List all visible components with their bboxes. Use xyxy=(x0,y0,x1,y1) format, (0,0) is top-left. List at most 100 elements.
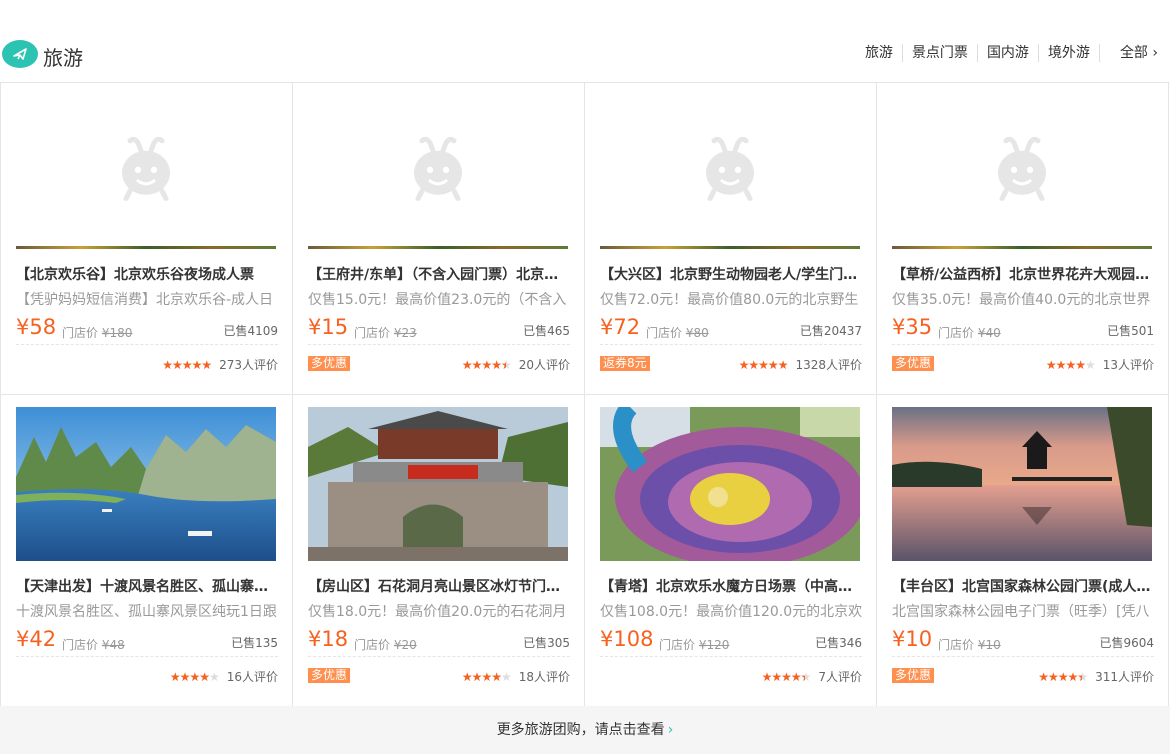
store-price-label: 门店价 xyxy=(938,638,975,652)
review-count[interactable]: 16人评价 xyxy=(227,668,278,685)
price-row: ¥18 门店价 ¥20 已售305 xyxy=(308,627,570,657)
nav-link-tickets[interactable]: 景点门票 xyxy=(903,44,978,62)
placeholder-image[interactable] xyxy=(600,95,860,249)
deal-description: 北宫国家森林公园电子门票（旺季）[凭八 xyxy=(892,604,1150,620)
review-count[interactable]: 7人评价 xyxy=(818,668,862,685)
deal-title[interactable]: 【王府井/东单】（不含入园门票）北京… xyxy=(308,264,570,284)
deal-image[interactable] xyxy=(600,407,860,561)
deal-card[interactable]: 【房山区】石花洞月亮山景区冰灯节门票… 仅售18.0元！最高价值20.0元的石花洞… xyxy=(293,395,585,707)
store-price-value: ¥48 xyxy=(101,638,125,652)
placeholder-image[interactable] xyxy=(308,95,568,249)
store-price: 门店价 ¥40 xyxy=(938,324,1001,341)
rating: ★★★★★★★★★★ 20人评价 xyxy=(462,356,570,373)
store-price: 门店价 ¥10 xyxy=(938,636,1001,653)
deal-title[interactable]: 【房山区】石花洞月亮山景区冰灯节门票… xyxy=(308,576,570,596)
review-count[interactable]: 13人评价 xyxy=(1103,356,1154,373)
price-row: ¥108 门店价 ¥120 已售346 xyxy=(600,627,862,657)
review-count[interactable]: 1328人评价 xyxy=(795,356,862,373)
sold-count: 已售135 xyxy=(231,636,278,650)
deal-description: 仅售18.0元！最高价值20.0元的石花洞月 xyxy=(308,604,567,620)
sold-count: 已售465 xyxy=(523,324,570,338)
deal-title[interactable]: 【草桥/公益西桥】北京世界花卉大观园… xyxy=(892,264,1154,284)
promo-tag: 多优惠 xyxy=(892,668,935,683)
price-row: ¥58 门店价 ¥180 已售4109 xyxy=(16,315,278,345)
promo-tag: 多优惠 xyxy=(308,356,351,371)
store-price-label: 门店价 xyxy=(62,638,99,652)
rating: ★★★★★★★★★★ 18人评价 xyxy=(462,668,570,685)
category-nav: 旅游 景点门票 国内游 境外游 全部 › xyxy=(856,44,1158,62)
promo-tag: 返券8元 xyxy=(600,356,650,371)
deal-title[interactable]: 【北京欢乐谷】北京欢乐谷夜场成人票 xyxy=(16,264,278,284)
nav-link-travel[interactable]: 旅游 xyxy=(856,44,903,62)
nav-link-all[interactable]: 全部 › xyxy=(1100,44,1158,62)
price-row: ¥15 门店价 ¥23 已售465 xyxy=(308,315,570,345)
deal-price: ¥10 xyxy=(892,627,933,651)
review-count[interactable]: 18人评价 xyxy=(519,668,570,685)
rating: ★★★★★★★★★★ 7人评价 xyxy=(762,668,862,685)
store-price-value: ¥23 xyxy=(393,326,417,340)
star-rating: ★★★★★★★★★★ xyxy=(169,669,220,684)
deal-price: ¥15 xyxy=(308,315,349,339)
chevron-right-icon: › xyxy=(667,722,674,738)
deal-price: ¥58 xyxy=(16,315,57,339)
rating-row: 返券8元 ★★★★★ ★★★★★ 1328人评价 xyxy=(600,356,862,372)
deal-image[interactable] xyxy=(892,407,1152,561)
store-price: 门店价 ¥23 xyxy=(354,324,417,341)
promo-tag: 多优惠 xyxy=(892,356,935,371)
deal-price: ¥35 xyxy=(892,315,933,339)
review-count[interactable]: 311人评价 xyxy=(1095,668,1154,685)
sold-count: 已售346 xyxy=(815,636,862,650)
more-deals-label: 更多旅游团购，请点击查看 xyxy=(496,722,665,738)
rating: ★★★★★★★★★★ 16人评价 xyxy=(170,668,278,685)
price-row: ¥35 门店价 ¥40 已售501 xyxy=(892,315,1154,345)
rating-row: 多优惠 ★★★★★★★★★★ 20人评价 xyxy=(308,356,570,372)
review-count[interactable]: 20人评价 xyxy=(519,356,570,373)
rating: ★★★★★★★★★★ 311人评价 xyxy=(1038,668,1154,685)
star-rating: ★★★★★★★★★★ xyxy=(761,669,812,684)
deal-card[interactable]: 【王府井/东单】（不含入园门票）北京… 仅售15.0元！最高价值23.0元的（不含… xyxy=(293,83,585,395)
sold-count: 已售4109 xyxy=(223,324,278,338)
deal-card[interactable]: 【草桥/公益西桥】北京世界花卉大观园… 仅售35.0元！最高价值40.0元的北京世… xyxy=(877,83,1169,395)
rating: ★★★★★ ★★★★★ 1328人评价 xyxy=(739,356,862,373)
deal-image[interactable] xyxy=(308,407,568,561)
rating-row: ★★★★★ ★★★★★ 273人评价 xyxy=(16,356,278,373)
deal-price: ¥72 xyxy=(600,315,641,339)
deal-title[interactable]: 【青塔】北京欢乐水魔方日场票（中高考… xyxy=(600,576,862,596)
deal-description: 十渡风景名胜区、孤山寨风景区纯玩1日跟 xyxy=(16,604,277,620)
deal-image[interactable] xyxy=(16,407,276,561)
placeholder-image[interactable] xyxy=(892,95,1152,249)
deal-card[interactable]: 【北京欢乐谷】北京欢乐谷夜场成人票 【凭驴妈妈短信消费】北京欢乐谷-成人日 ¥58 门… xyxy=(1,83,293,395)
deal-title[interactable]: 【天津出发】十渡风景名胜区、孤山寨风… xyxy=(16,576,278,596)
deal-card[interactable]: 【天津出发】十渡风景名胜区、孤山寨风… 十渡风景名胜区、孤山寨风景区纯玩1日跟 ¥4… xyxy=(1,395,293,707)
star-rating: ★★★★★★★★★★ xyxy=(1045,357,1096,372)
rating-row: ★★★★★★★★★★ 16人评价 xyxy=(16,668,278,685)
price-row: ¥10 门店价 ¥10 已售9604 xyxy=(892,627,1154,657)
rating-row: 多优惠 ★★★★★★★★★★ 13人评价 xyxy=(892,356,1154,372)
star-rating: ★★★★★★★★★★ xyxy=(738,357,789,372)
placeholder-image[interactable] xyxy=(16,95,276,249)
store-price-label: 门店价 xyxy=(938,326,975,340)
airplane-icon xyxy=(2,40,38,68)
promo-tag: 多优惠 xyxy=(308,668,351,683)
rating-row: 多优惠 ★★★★★★★★★★ 18人评价 xyxy=(308,668,570,684)
nav-link-domestic[interactable]: 国内游 xyxy=(978,44,1039,62)
deal-description: 仅售15.0元！最高价值23.0元的（不含入 xyxy=(308,292,567,308)
deal-title[interactable]: 【丰台区】北宫国家森林公园门票(成人票) xyxy=(892,576,1154,596)
deal-card[interactable]: 【丰台区】北宫国家森林公园门票(成人票) 北宫国家森林公园电子门票（旺季）[凭八 ¥… xyxy=(877,395,1169,707)
deal-price: ¥108 xyxy=(600,627,654,651)
store-price-label: 门店价 xyxy=(354,326,391,340)
review-count[interactable]: 273人评价 xyxy=(219,356,278,373)
deal-card[interactable]: 【大兴区】北京野生动物园老人/学生门… 仅售72.0元！最高价值80.0元的北京野… xyxy=(585,83,877,395)
sold-count: 已售305 xyxy=(523,636,570,650)
price-row: ¥72 门店价 ¥80 已售20437 xyxy=(600,315,862,345)
deal-card[interactable]: 【青塔】北京欢乐水魔方日场票（中高考… 仅售108.0元！最高价值120.0元的北… xyxy=(585,395,877,707)
store-price-value: ¥10 xyxy=(977,638,1001,652)
star-rating: ★★★★★★★★★★ xyxy=(461,669,512,684)
nav-link-overseas[interactable]: 境外游 xyxy=(1039,44,1100,62)
deal-title[interactable]: 【大兴区】北京野生动物园老人/学生门… xyxy=(600,264,862,284)
more-deals-link[interactable]: 更多旅游团购，请点击查看 › xyxy=(0,706,1170,754)
store-price-label: 门店价 xyxy=(354,638,391,652)
deal-description: 仅售72.0元！最高价值80.0元的北京野生 xyxy=(600,292,859,308)
rating-row: ★★★★★★★★★★ 7人评价 xyxy=(600,668,862,685)
deal-description: 仅售108.0元！最高价值120.0元的北京欢 xyxy=(600,604,862,620)
